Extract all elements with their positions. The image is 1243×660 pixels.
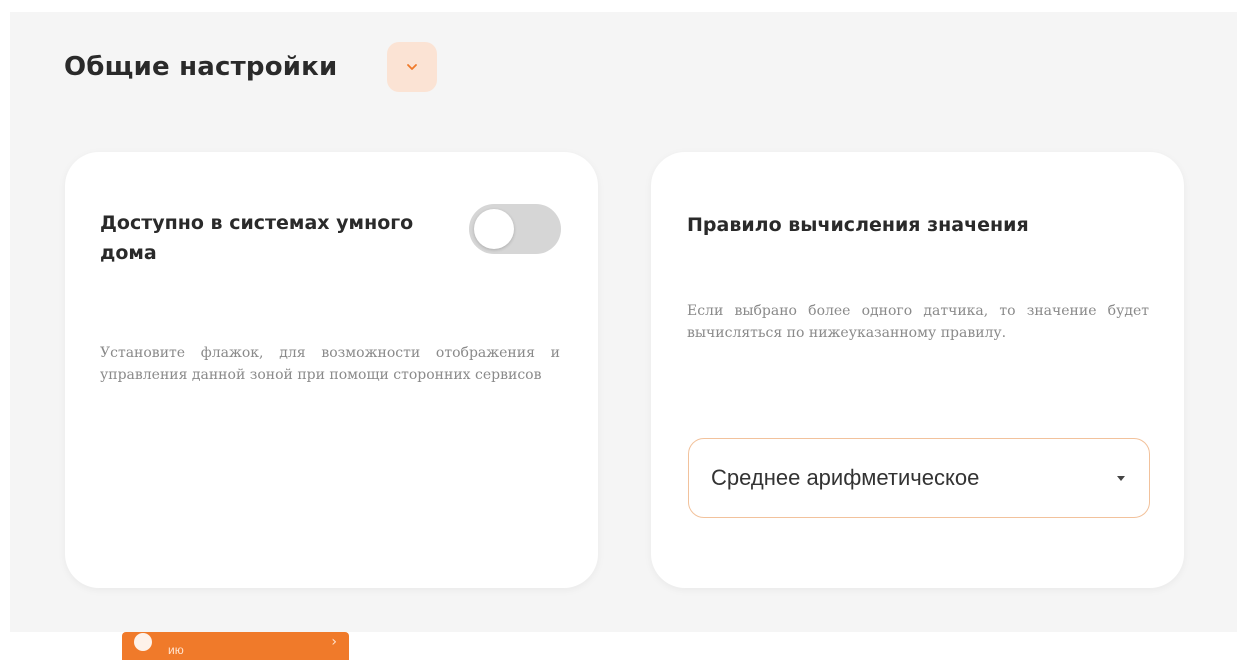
- smart-home-toggle[interactable]: [469, 204, 561, 254]
- collapse-button[interactable]: [387, 42, 438, 92]
- select-value: Среднее арифметическое: [711, 465, 980, 490]
- smart-home-title: Доступно в системах умного дома: [100, 212, 414, 264]
- calculation-rule-description: Если выбрано более одного датчика, то зн…: [687, 303, 1149, 341]
- toggle-knob: [474, 209, 514, 249]
- section-header: Общие настройки: [64, 42, 438, 92]
- caret-down-icon: [1117, 475, 1125, 481]
- bottom-action-button[interactable]: ию ›: [122, 632, 349, 660]
- section-title: Общие настройки: [64, 52, 338, 82]
- smart-home-card: Доступно в системах умного дома Установи…: [65, 152, 598, 588]
- bottom-action-label: ию: [168, 643, 184, 657]
- chevron-down-icon: [407, 64, 418, 70]
- calculation-rule-title: Правило вычисления значения: [687, 214, 1029, 236]
- calculation-rule-select[interactable]: Среднее арифметическое: [688, 438, 1150, 518]
- smart-home-description: Установите флажок, для возможности отобр…: [100, 345, 560, 383]
- chevron-right-icon: ›: [331, 634, 337, 650]
- calculation-rule-card: Правило вычисления значения Если выбрано…: [651, 152, 1184, 588]
- circle-icon: [134, 633, 152, 651]
